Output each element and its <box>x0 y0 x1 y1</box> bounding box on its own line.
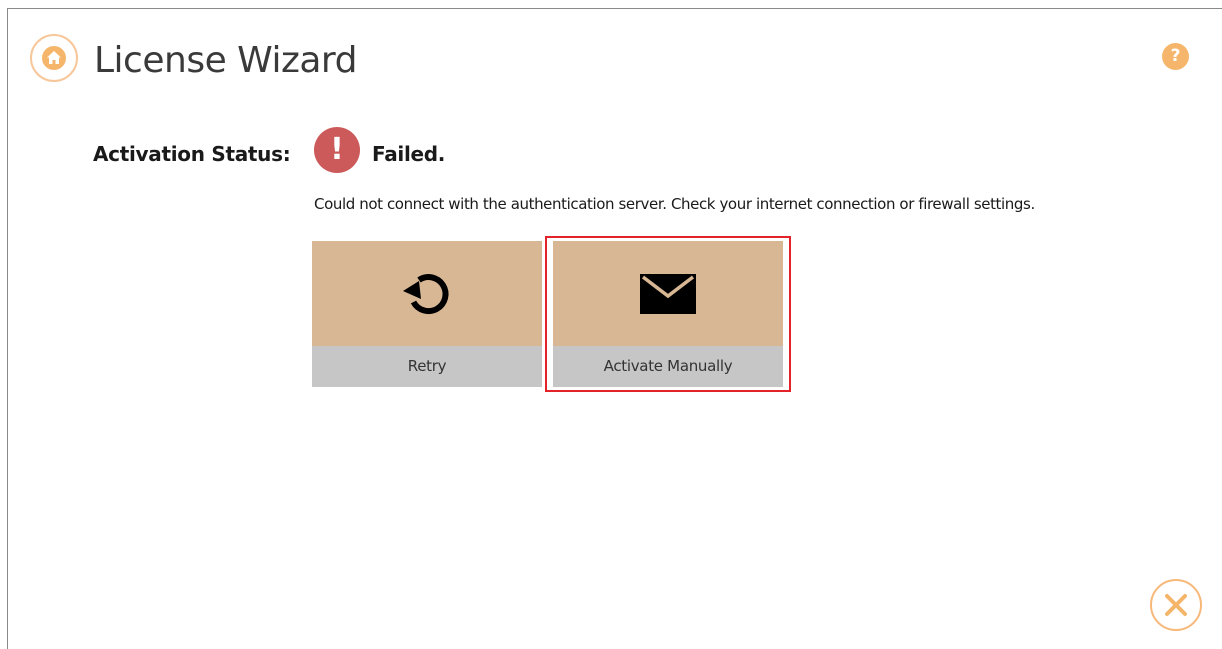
home-button[interactable] <box>30 34 78 82</box>
help-button[interactable]: ? <box>1162 43 1189 70</box>
activation-status-label: Activation Status: <box>93 142 291 166</box>
activate-manually-button[interactable]: Activate Manually <box>553 241 783 387</box>
retry-tile-graphic <box>312 241 542 346</box>
close-button[interactable] <box>1150 579 1202 631</box>
status-message: Could not connect with the authenticatio… <box>314 195 1035 213</box>
page-title: License Wizard <box>94 40 357 81</box>
close-icon <box>1165 594 1187 616</box>
retry-label: Retry <box>312 346 542 387</box>
refresh-icon <box>403 273 449 314</box>
activate-manually-tile-graphic <box>553 241 783 346</box>
home-icon <box>42 46 66 70</box>
license-wizard-window: License Wizard ? Activation Status: ! Fa… <box>7 8 1222 649</box>
error-icon: ! <box>314 127 360 173</box>
activation-status-value: Failed. <box>372 142 446 166</box>
help-icon: ? <box>1170 46 1181 66</box>
activate-manually-label: Activate Manually <box>553 346 783 387</box>
retry-button[interactable]: Retry <box>312 241 542 387</box>
envelope-icon <box>640 273 696 314</box>
